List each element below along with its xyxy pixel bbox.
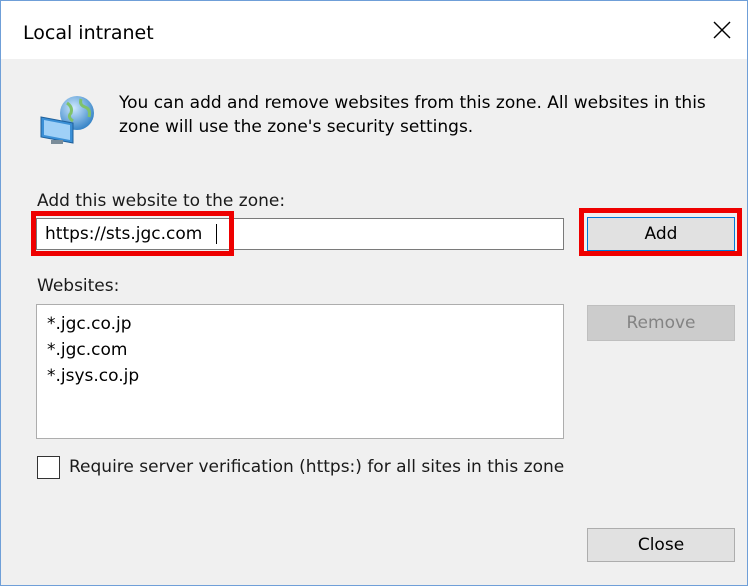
require-https-checkbox[interactable] [37,456,60,479]
websites-list[interactable]: *.jgc.co.jp *.jgc.com *.jsys.co.jp [36,304,564,439]
remove-button[interactable]: Remove [587,305,735,341]
info-text: You can add and remove websites from thi… [119,93,706,137]
add-website-label: Add this website to the zone: [37,191,286,211]
list-item[interactable]: *.jgc.co.jp [47,311,553,337]
window-title: Local intranet [23,22,154,44]
add-button-highlight-box [579,208,742,256]
input-highlight-box [31,211,234,256]
title-bar: Local intranet [1,1,747,59]
close-button[interactable]: Close [587,528,735,562]
local-intranet-dialog: Local intranet You can add and remove we… [0,0,748,586]
list-item[interactable]: *.jgc.com [47,337,553,363]
websites-label: Websites: [37,276,120,296]
close-icon[interactable] [707,15,737,45]
globe-monitor-icon [40,96,94,144]
list-item[interactable]: *.jsys.co.jp [47,363,553,389]
require-https-label[interactable]: Require server verification (https:) for… [69,457,564,477]
